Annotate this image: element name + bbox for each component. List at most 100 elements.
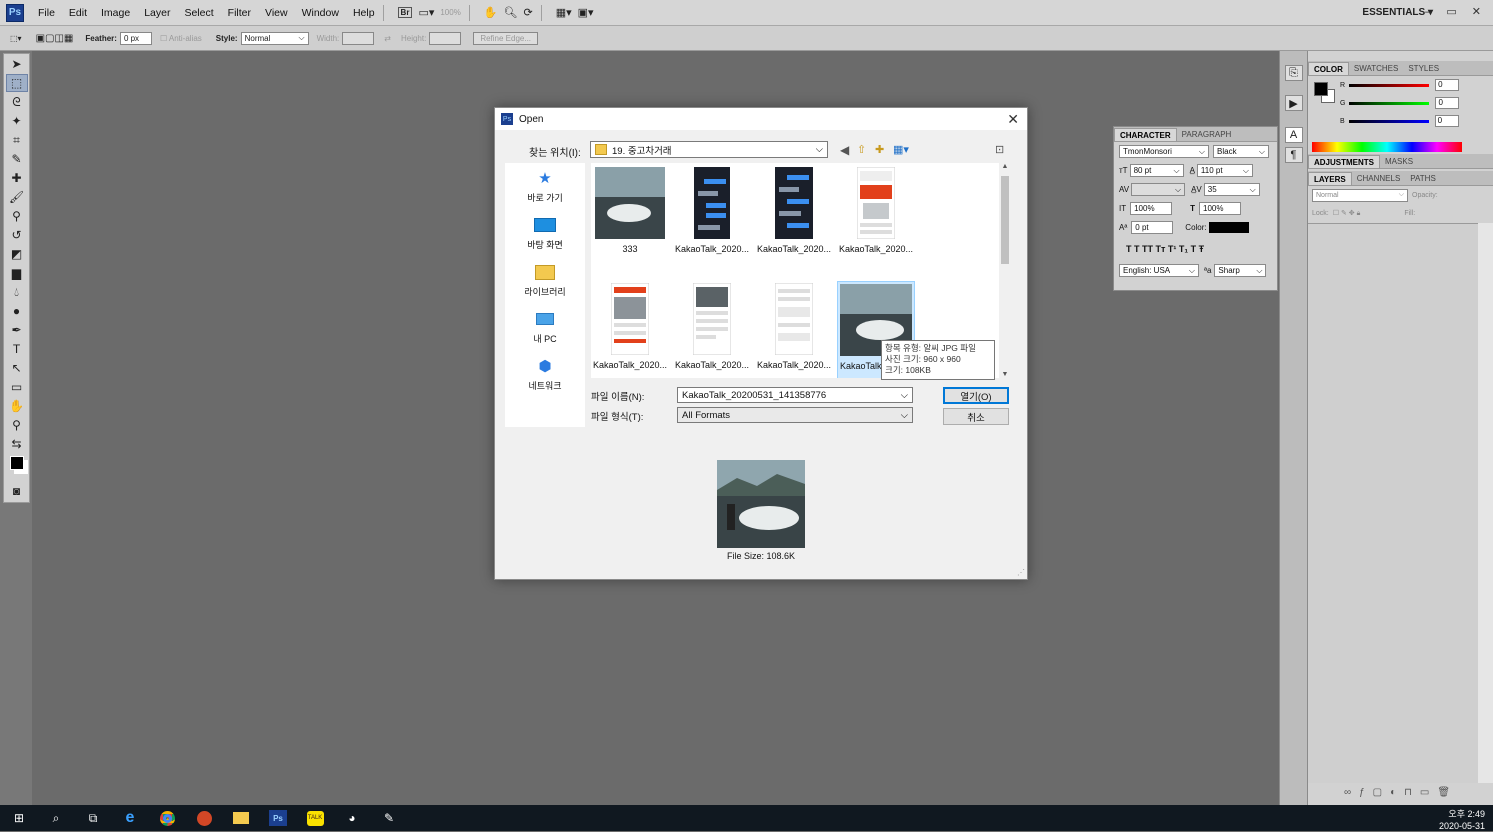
file-item[interactable]: KakaoTalk_2020... xyxy=(673,167,751,267)
height-input[interactable] xyxy=(429,31,462,45)
font-size-select[interactable]: 80 pt ⌵ xyxy=(1129,164,1184,177)
green-slider[interactable] xyxy=(1349,101,1430,105)
blur-tool-icon[interactable]: 💧︎ xyxy=(6,283,28,301)
text-style-buttons[interactable]: T T TT Tт T¹ T₁ T Ŧ xyxy=(1114,237,1277,261)
tab-color[interactable]: COLOR xyxy=(1308,62,1349,75)
red-slider[interactable] xyxy=(1349,83,1430,87)
blue-value[interactable]: 0 xyxy=(1434,115,1459,127)
file-item[interactable]: KakaoTalk_2020... xyxy=(837,167,915,267)
file-item[interactable]: KakaoTalk_2020... xyxy=(591,283,669,378)
powerpoint-icon[interactable] xyxy=(195,809,213,827)
menu-filter[interactable]: Filter xyxy=(228,7,251,19)
scrollbar-thumb[interactable] xyxy=(1001,176,1009,264)
type-tool-icon[interactable]: T xyxy=(6,340,28,358)
lookin-select[interactable]: 19. 중고차거래 ⌵ xyxy=(590,141,828,158)
scroll-down-icon[interactable]: ▼ xyxy=(999,371,1011,378)
font-style-select[interactable]: Black ⌵ xyxy=(1213,145,1269,158)
zoom-level[interactable]: 100% xyxy=(440,8,460,17)
swap-icon[interactable]: ⇄ xyxy=(384,34,391,43)
pen-tool-icon[interactable]: ✒ xyxy=(6,321,28,339)
paragraph-icon[interactable]: ¶ xyxy=(1284,147,1303,163)
menu-window[interactable]: Window xyxy=(302,7,339,19)
kakaotalk-icon[interactable]: TALK xyxy=(306,809,324,827)
filename-input[interactable]: KakaoTalk_20200531_141358776 ⌵ xyxy=(677,387,913,403)
task-view-icon[interactable]: ⧉ xyxy=(84,809,102,827)
tab-masks[interactable]: MASKS xyxy=(1380,155,1418,168)
rotate-view-icon[interactable]: ⟳ xyxy=(524,6,533,19)
path-selection-tool-icon[interactable]: ↖ xyxy=(6,359,28,377)
dodge-tool-icon[interactable]: ● xyxy=(6,302,28,320)
menu-image[interactable]: Image xyxy=(101,7,130,19)
workspace-switcher[interactable]: ESSENTIALS ▾ xyxy=(1362,7,1433,18)
screen-mode-icon[interactable]: ▭▾ xyxy=(418,6,434,19)
healing-brush-tool-icon[interactable]: ✚ xyxy=(6,169,28,187)
menu-select[interactable]: Select xyxy=(184,7,213,19)
cancel-button[interactable]: 취소 xyxy=(943,408,1009,425)
red-value[interactable]: 0 xyxy=(1435,79,1460,91)
file-item[interactable]: KakaoTalk_2020... xyxy=(755,167,833,267)
tab-styles[interactable]: STYLES xyxy=(1403,62,1444,75)
brush-tool-icon[interactable]: 🖌︎ xyxy=(6,188,28,206)
move-tool-icon[interactable]: ➤ xyxy=(6,55,28,73)
language-select[interactable]: English: USA ⌵ xyxy=(1119,264,1199,277)
internet-explorer-icon[interactable]: e xyxy=(121,809,139,827)
refine-edge-button[interactable]: Refine Edge... xyxy=(473,31,539,45)
scroll-up-icon[interactable]: ▲ xyxy=(999,163,1011,170)
arrange-documents-icon[interactable]: ▦▾ xyxy=(556,6,572,19)
resize-grip-icon[interactable]: ⋰ xyxy=(1017,568,1025,577)
place-network[interactable]: ⬢ 네트워크 xyxy=(505,351,585,398)
file-item[interactable]: 333 xyxy=(591,167,669,267)
antialias-select[interactable]: Sharp ⌵ xyxy=(1214,264,1267,277)
width-input[interactable] xyxy=(342,31,375,45)
place-quick-access[interactable]: ★ 바로 가기 xyxy=(505,163,585,210)
crop-tool-icon[interactable]: ⌗ xyxy=(6,131,28,149)
search-icon[interactable]: ⌕ xyxy=(47,809,65,827)
tab-character[interactable]: CHARACTER xyxy=(1114,128,1177,141)
chrome-icon[interactable] xyxy=(158,809,176,827)
tab-paragraph[interactable]: PARAGRAPH xyxy=(1177,128,1237,141)
style-select[interactable]: Normal ⌵ xyxy=(240,31,309,45)
view-menu-icon[interactable]: ▦▾ xyxy=(893,143,909,156)
baseline-input[interactable]: 0 pt xyxy=(1131,221,1174,234)
quick-mask-icon[interactable]: ◙ xyxy=(6,482,28,500)
clone-stamp-tool-icon[interactable]: ⚲ xyxy=(6,207,28,225)
zoom-icon[interactable]: 🔍︎ xyxy=(504,6,518,19)
font-family-select[interactable]: TmonMonsori ⌵ xyxy=(1119,145,1209,158)
vertical-scale-input[interactable]: 100% xyxy=(1130,202,1173,215)
hand-icon[interactable]: ✋ xyxy=(484,6,498,19)
tab-layers[interactable]: LAYERS xyxy=(1308,172,1352,185)
foreground-color-swatch[interactable] xyxy=(6,454,28,472)
foreground-color-swatch[interactable] xyxy=(1314,82,1328,96)
new-folder-icon[interactable]: ✚ xyxy=(875,143,884,156)
file-item[interactable]: KakaoTalk_2020... xyxy=(755,283,833,378)
lock-icons[interactable]: ☐ ✎ ✥ 🔒︎ xyxy=(1333,209,1361,218)
blue-slider[interactable] xyxy=(1348,119,1429,123)
text-color-swatch[interactable] xyxy=(1208,222,1249,233)
screen-mode-full-icon[interactable]: ▣▾ xyxy=(578,6,594,19)
actions-icon[interactable]: ▶ xyxy=(1284,95,1303,111)
kerning-select[interactable]: ⌵ xyxy=(1131,183,1186,196)
swap-colors-icon[interactable]: ⇆ xyxy=(6,435,28,453)
character-icon[interactable]: A xyxy=(1284,127,1303,143)
eyedropper-tool-icon[interactable]: ✎ xyxy=(6,150,28,168)
marquee-tool-icon[interactable]: ⬚▾ xyxy=(10,34,22,43)
history-brush-tool-icon[interactable]: ↺ xyxy=(6,226,28,244)
photoshop-taskbar-icon[interactable]: Ps xyxy=(269,809,287,827)
menu-file[interactable]: File xyxy=(38,7,55,19)
tab-paths[interactable]: PATHS xyxy=(1405,172,1440,185)
menu-view[interactable]: View xyxy=(265,7,288,19)
selection-mode-icons[interactable]: ▣▢◫▦ xyxy=(36,33,74,44)
marquee-tool-icon[interactable]: ⬚ xyxy=(5,74,28,92)
color-spectrum-bar[interactable] xyxy=(1312,142,1462,152)
menu-help[interactable]: Help xyxy=(353,7,375,19)
shape-tool-icon[interactable]: ▭ xyxy=(6,378,28,396)
leading-select[interactable]: 110 pt ⌵ xyxy=(1196,164,1253,177)
up-folder-icon[interactable]: ⇧ xyxy=(857,143,866,156)
eraser-tool-icon[interactable]: ◩ xyxy=(6,245,28,263)
window-controls[interactable]: – ▭ ✕ xyxy=(1425,5,1487,18)
layers-footer-icons[interactable]: ∞ƒ▢◐⊓▭🗑︎ xyxy=(1308,787,1493,803)
taskbar-clock[interactable]: 오후 2:49 2020-05-31 xyxy=(1439,808,1485,832)
menu-layer[interactable]: Layer xyxy=(144,7,170,19)
magic-wand-tool-icon[interactable]: ✦ xyxy=(6,112,28,130)
open-button[interactable]: 열기(O) xyxy=(943,387,1009,404)
